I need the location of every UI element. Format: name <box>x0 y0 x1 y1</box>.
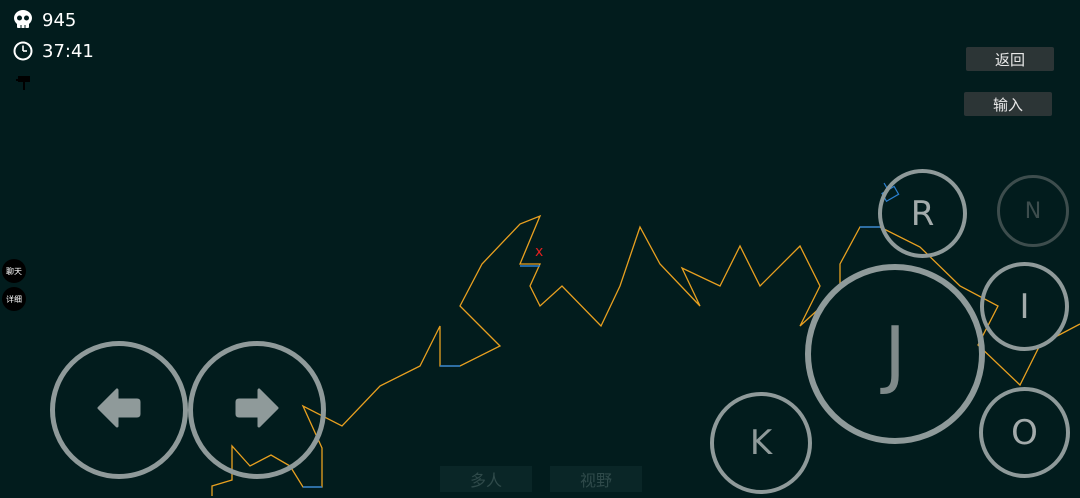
o-button[interactable]: O <box>979 387 1070 478</box>
multiplayer-button[interactable]: 多人 <box>440 466 532 492</box>
back-button[interactable]: 返回 <box>966 47 1054 71</box>
i-button[interactable]: I <box>980 262 1069 351</box>
enemy-marker: x <box>535 244 543 260</box>
k-button[interactable]: K <box>710 392 812 494</box>
n-label: N <box>1024 198 1042 224</box>
i-label: I <box>1019 286 1030 327</box>
move-right-button[interactable] <box>188 341 326 479</box>
move-left-button[interactable] <box>50 341 188 479</box>
view-button[interactable]: 视野 <box>550 466 642 492</box>
j-button[interactable]: J <box>805 264 985 444</box>
chat-button[interactable]: 聊天 <box>2 259 26 283</box>
arrow-left-icon <box>97 388 141 432</box>
k-label: K <box>749 423 773 463</box>
turret-icon <box>14 73 34 91</box>
detail-button[interactable]: 详细 <box>2 287 26 311</box>
kill-count: 945 <box>42 9 77 31</box>
o-label: O <box>1011 412 1038 453</box>
clock-icon <box>12 40 34 62</box>
kill-counter: 945 <box>12 9 76 31</box>
arrow-right-icon <box>235 388 279 432</box>
timer-value: 37:41 <box>42 40 94 62</box>
input-button[interactable]: 输入 <box>964 92 1052 116</box>
skull-icon <box>12 9 34 31</box>
r-label: R <box>910 193 935 234</box>
game-timer: 37:41 <box>12 40 94 62</box>
n-button[interactable]: N <box>997 175 1069 247</box>
j-label: J <box>884 311 906 397</box>
r-button[interactable]: R <box>878 169 967 258</box>
